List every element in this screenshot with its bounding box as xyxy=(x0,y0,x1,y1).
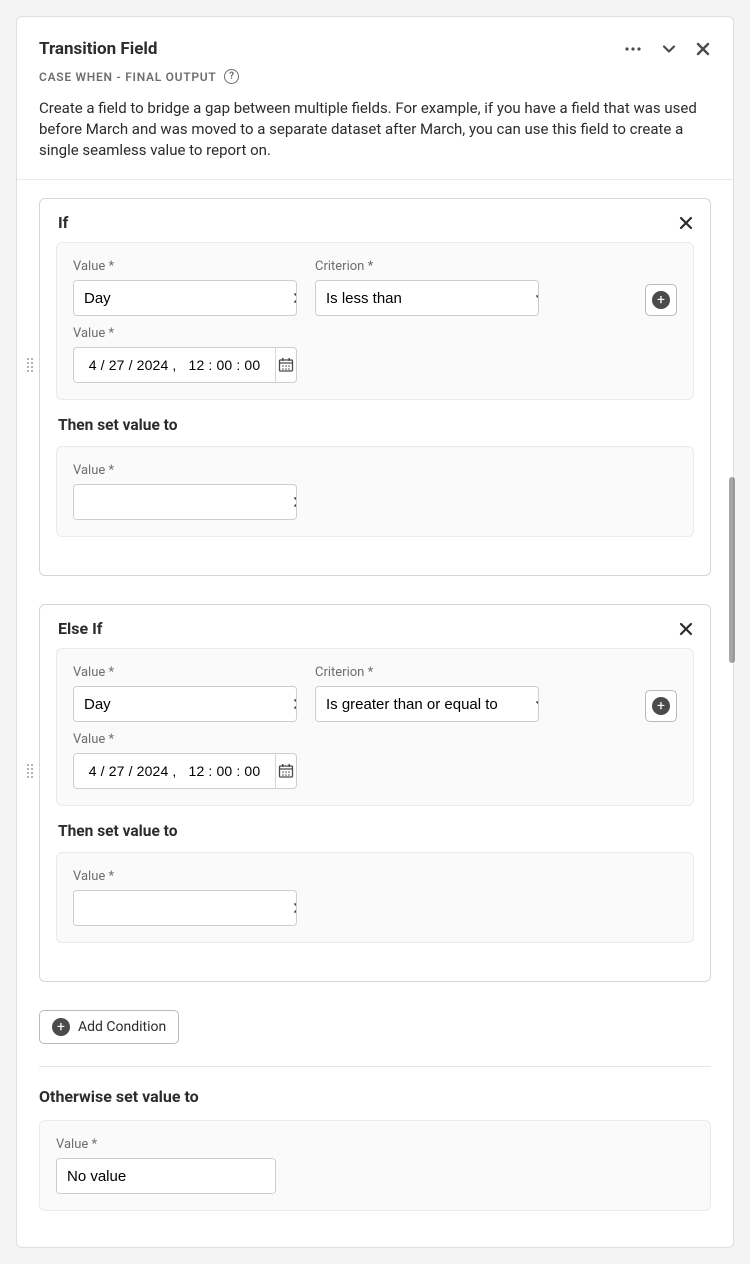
value-field-input[interactable] xyxy=(74,687,293,721)
date-input[interactable] xyxy=(74,754,275,788)
drag-handle-icon[interactable] xyxy=(26,357,34,373)
value-label: Value xyxy=(73,869,297,884)
close-icon[interactable] xyxy=(695,41,711,57)
add-condition-button[interactable]: + Add Condition xyxy=(39,1010,179,1044)
drag-handle-icon[interactable] xyxy=(26,763,34,779)
calendar-icon[interactable] xyxy=(276,348,296,382)
panel-description: Create a field to bridge a gap between m… xyxy=(39,98,711,161)
value-label: Value xyxy=(73,732,677,747)
add-condition-label: Add Condition xyxy=(78,1019,166,1035)
clear-icon[interactable] xyxy=(293,687,297,721)
value-field-input[interactable] xyxy=(74,281,293,315)
then-value-select[interactable] xyxy=(73,484,297,520)
value-label: Value xyxy=(56,1137,276,1152)
otherwise-value-select[interactable] xyxy=(56,1158,276,1194)
then-value-select[interactable] xyxy=(73,890,297,926)
condition-title-elseif: Else If xyxy=(58,619,102,638)
clear-icon[interactable] xyxy=(293,891,297,925)
criterion-select[interactable] xyxy=(315,686,539,722)
plus-icon: + xyxy=(52,1018,70,1036)
then-title: Then set value to xyxy=(58,822,694,840)
transition-field-panel: Transition Field Case When - Final Outpu… xyxy=(16,16,734,1248)
value-field-select[interactable] xyxy=(73,280,297,316)
criterion-label: Criterion xyxy=(315,665,539,680)
panel-header: Transition Field Case When - Final Outpu… xyxy=(17,17,733,179)
value-label: Value xyxy=(73,326,677,341)
criterion-label: Criterion xyxy=(315,259,539,274)
date-value-input[interactable] xyxy=(73,753,297,789)
scrollbar-thumb[interactable] xyxy=(729,477,735,663)
page-title: Transition Field xyxy=(39,39,157,59)
clear-icon[interactable] xyxy=(293,485,297,519)
value-label: Value xyxy=(73,463,297,478)
chevron-down-icon[interactable] xyxy=(661,41,677,57)
remove-condition-icon[interactable] xyxy=(678,215,694,231)
criterion-input[interactable] xyxy=(316,687,535,721)
criterion-input[interactable] xyxy=(316,281,535,315)
plus-icon: + xyxy=(652,697,670,715)
condition-title-if: If xyxy=(58,213,68,232)
criterion-select[interactable] xyxy=(315,280,539,316)
condition-card-elseif: Else If Value xyxy=(39,604,711,982)
remove-condition-icon[interactable] xyxy=(678,621,694,637)
calendar-icon[interactable] xyxy=(276,754,296,788)
panel-subtitle: Case When - Final Output xyxy=(39,70,216,84)
divider xyxy=(39,1066,711,1067)
otherwise-title: Otherwise set value to xyxy=(39,1087,711,1106)
date-value-input[interactable] xyxy=(73,347,297,383)
chevron-down-icon[interactable] xyxy=(535,281,539,315)
value-label: Value xyxy=(73,259,297,274)
otherwise-value-input[interactable] xyxy=(57,1159,276,1193)
more-options-icon[interactable] xyxy=(623,39,643,59)
then-value-input[interactable] xyxy=(74,485,293,519)
chevron-down-icon[interactable] xyxy=(535,687,539,721)
then-value-input[interactable] xyxy=(74,891,293,925)
help-icon[interactable]: ? xyxy=(224,69,239,84)
condition-card-if: If Value xyxy=(39,198,711,576)
value-label: Value xyxy=(73,665,297,680)
header-actions xyxy=(623,39,711,59)
date-input[interactable] xyxy=(74,348,275,382)
value-field-select[interactable] xyxy=(73,686,297,722)
plus-icon: + xyxy=(652,291,670,309)
add-criterion-button[interactable]: + xyxy=(645,284,677,316)
then-title: Then set value to xyxy=(58,416,694,434)
clear-icon[interactable] xyxy=(293,281,297,315)
add-criterion-button[interactable]: + xyxy=(645,690,677,722)
